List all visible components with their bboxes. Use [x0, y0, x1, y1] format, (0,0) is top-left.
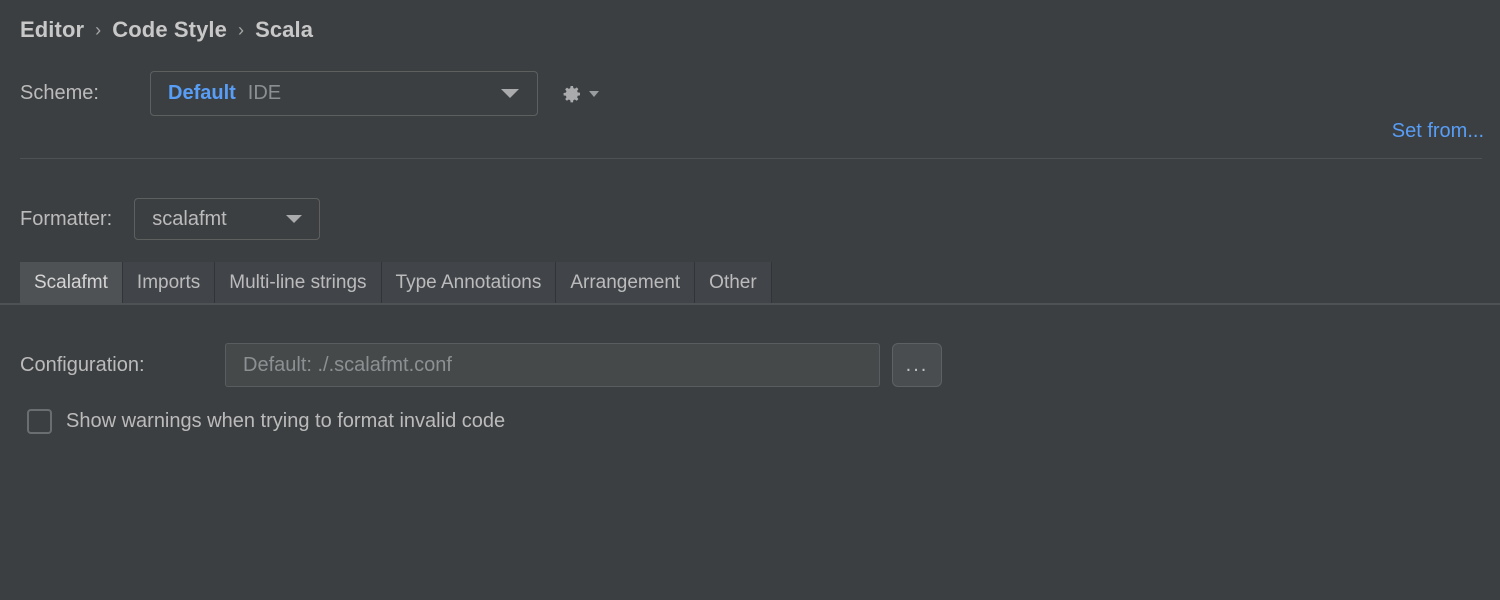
configuration-browse-button[interactable]: ... [892, 343, 942, 387]
tab-bar-underline [0, 303, 1500, 305]
breadcrumb: Editor › Code Style › Scala [20, 17, 313, 43]
tab-arrangement[interactable]: Arrangement [556, 262, 696, 303]
formatter-combobox[interactable]: scalafmt [134, 198, 321, 240]
tab-type-annotations[interactable]: Type Annotations [381, 262, 557, 303]
section-divider [20, 158, 1482, 159]
formatter-row: Formatter: scalafmt [20, 198, 321, 240]
scheme-label: Scheme: [20, 82, 99, 104]
breadcrumb-item-scala: Scala [255, 17, 314, 42]
chevron-down-icon [501, 89, 519, 98]
tab-multi-line-strings[interactable]: Multi-line strings [215, 262, 382, 303]
tab-scalafmt[interactable]: Scalafmt [20, 262, 123, 303]
configuration-row: Configuration: Default: ./.scalafmt.conf… [20, 343, 942, 387]
chevron-down-icon [589, 90, 599, 97]
configuration-input[interactable]: Default: ./.scalafmt.conf [225, 343, 880, 387]
scheme-combobox[interactable]: Default IDE [150, 71, 538, 116]
formatter-value: scalafmt [152, 207, 227, 230]
gear-icon [563, 85, 580, 102]
scheme-settings-button[interactable] [560, 82, 599, 106]
tab-imports[interactable]: Imports [122, 262, 216, 303]
formatter-label: Formatter: [20, 207, 113, 230]
breadcrumb-separator-icon: › [237, 19, 245, 40]
show-warnings-checkbox[interactable] [27, 409, 52, 434]
scheme-row: Scheme: Default IDE [20, 71, 599, 116]
chevron-down-icon [286, 215, 303, 223]
breadcrumb-item-editor[interactable]: Editor [20, 17, 84, 43]
scheme-name-value: Default [168, 82, 236, 104]
breadcrumb-separator-icon: › [95, 19, 102, 40]
breadcrumb-item-code-style[interactable]: Code Style [112, 17, 227, 43]
tab-other[interactable]: Other [695, 262, 772, 303]
tab-bar: Scalafmt Imports Multi-line strings Type… [20, 262, 772, 303]
set-from-link[interactable]: Set from... [1392, 120, 1484, 143]
show-warnings-row: Show warnings when trying to format inva… [27, 409, 505, 434]
show-warnings-label: Show warnings when trying to format inva… [66, 410, 506, 432]
configuration-label: Configuration: [20, 353, 145, 376]
scheme-scope-value: IDE [247, 82, 282, 104]
